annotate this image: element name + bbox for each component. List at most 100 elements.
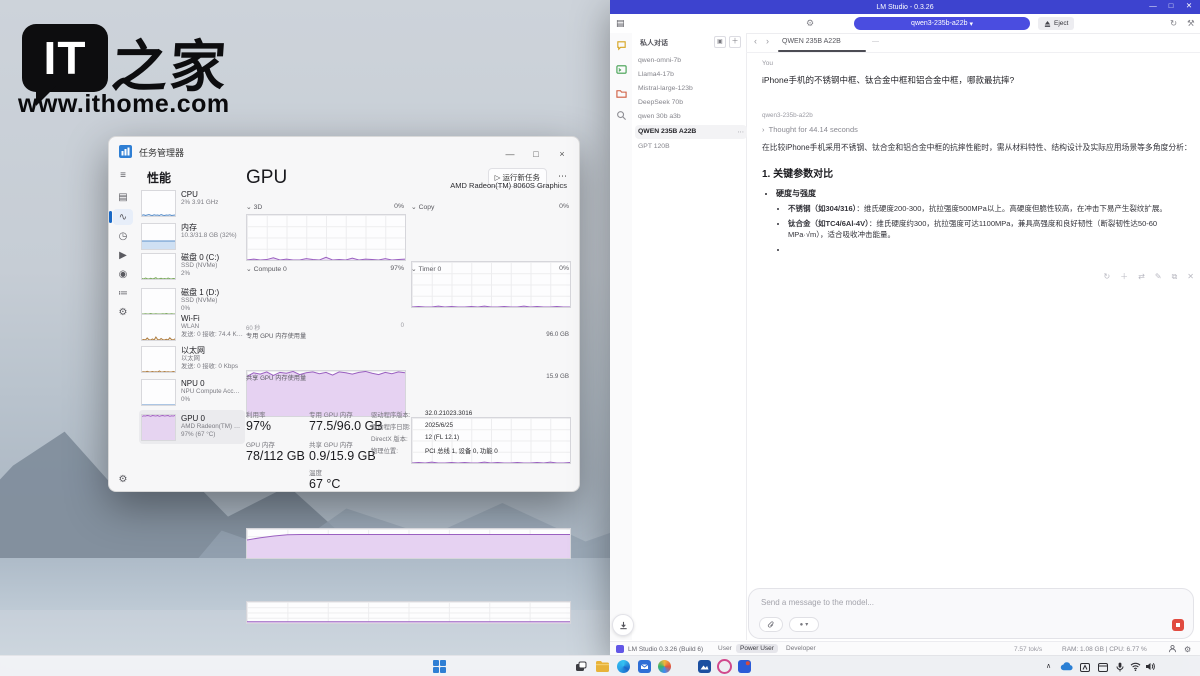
copy-icon[interactable]: ⧉	[1172, 272, 1178, 281]
nav-startup-icon[interactable]: ▶	[113, 247, 133, 263]
wifi-icon[interactable]	[1130, 662, 1141, 671]
ithome-url: www.ithome.com	[18, 90, 230, 119]
refresh-icon[interactable]: ↻	[1170, 18, 1177, 29]
eject-button[interactable]: Eject	[1038, 17, 1074, 30]
nav-app-history-icon[interactable]: ◷	[113, 228, 133, 244]
stop-icon	[1176, 623, 1180, 627]
ithome-logo-bubble: IT	[22, 24, 108, 92]
onedrive-cloud-icon[interactable]	[1060, 662, 1073, 671]
chat-list-item[interactable]: qwen 30b a3b	[638, 113, 740, 120]
mode-developer-button[interactable]: Developer	[782, 644, 820, 653]
search-icon[interactable]	[615, 109, 628, 122]
chat-list-item[interactable]: Llama4-17b	[638, 71, 740, 78]
tray-ime-icon[interactable]	[1080, 663, 1090, 672]
add-icon[interactable]: ＋	[1120, 272, 1128, 281]
models-folder-icon[interactable]	[615, 87, 628, 100]
bullet-subitem: 钛合金（如TC4/6Al-4V）：维氏硬度约300，抗拉强度可达1100MPa，…	[788, 218, 1194, 241]
task-view-button[interactable]	[573, 659, 588, 674]
lm-toolbar: ▤ ⚙ qwen3-235b-a22b ▾ Eject ↻ ⚒	[610, 14, 1200, 34]
memory-sparkline	[141, 223, 176, 250]
mode-power-user-button[interactable]: Power User	[736, 644, 778, 653]
perf-item-ethernet[interactable]: 以太网以太网发送: 0 接收: 0 Kbps	[141, 346, 243, 373]
start-button[interactable]	[432, 659, 447, 674]
tab-forward-icon[interactable]: ›	[766, 36, 769, 46]
lm-titlebar: LM Studio - 0.3.26 —□✕	[610, 0, 1200, 14]
new-chat-icon[interactable]: ＋	[729, 36, 741, 48]
perf-item-disk1[interactable]: 磁盘 1 (D:)SSD (NVMe)0%	[141, 288, 243, 315]
chevron-down-icon: ▾	[969, 20, 973, 28]
chat-list-item[interactable]: Mistral-large-123b	[638, 85, 740, 92]
settings-gear-icon[interactable]: ⚙	[806, 18, 814, 29]
maximize-icon[interactable]: □	[523, 149, 549, 159]
tray-expand-icon[interactable]: ∧	[1046, 662, 1051, 670]
regenerate-icon[interactable]: ↻	[1103, 272, 1110, 281]
settings-gear-icon[interactable]: ⚙	[1184, 645, 1191, 654]
close-icon[interactable]: ×	[549, 149, 575, 159]
message-input[interactable]: Send a message to the model...	[749, 589, 1193, 616]
perf-item-disk0[interactable]: 磁盘 0 (C:)SSD (NVMe)2%	[141, 253, 243, 280]
nav-details-icon[interactable]: ≔	[113, 285, 133, 301]
panel-toggle-icon[interactable]: ▤	[616, 18, 625, 29]
model-selector-pill[interactable]: qwen3-235b-a22b ▾	[854, 17, 1030, 30]
download-button[interactable]	[612, 614, 634, 636]
delete-icon[interactable]: ✕	[1187, 272, 1194, 281]
chat-list-item[interactable]: DeepSeek 70b	[638, 99, 740, 106]
chart-3d-header: ⌄ 3D0%	[246, 203, 404, 211]
microphone-icon[interactable]	[1116, 662, 1124, 672]
nav-users-icon[interactable]: ◉	[113, 266, 133, 282]
file-explorer-button[interactable]	[595, 659, 610, 674]
thought-toggle[interactable]: › Thought for 44.14 seconds	[762, 125, 1194, 134]
system-stats: RAM: 1.08 GB | CPU: 6.77 %	[1062, 646, 1147, 653]
model-name: qwen3-235b-a22b	[911, 20, 967, 27]
tools-icon[interactable]: ⚒	[1187, 18, 1195, 29]
mode-user-button[interactable]: User	[714, 644, 736, 653]
attach-button[interactable]	[759, 617, 783, 632]
active-tab-label[interactable]: QWEN 235B A22B	[782, 38, 841, 45]
user-account-icon[interactable]	[1168, 644, 1177, 653]
nav-processes-icon[interactable]: ▤	[113, 189, 133, 205]
pink-app-button[interactable]	[717, 659, 732, 674]
plugins-button[interactable]: ●▾	[789, 617, 819, 632]
branch-icon[interactable]: ⇄	[1138, 272, 1145, 281]
perf-item-cpu[interactable]: CPU2% 3.91 GHz	[141, 190, 243, 217]
chat-list-item[interactable]: GPT 120B	[638, 143, 740, 150]
lm-studio-window: LM Studio - 0.3.26 —□✕ ▤ ⚙ qwen3-235b-a2…	[610, 0, 1200, 655]
minimize-icon[interactable]: —	[497, 149, 523, 159]
new-folder-icon[interactable]: ▣	[714, 36, 726, 48]
chat-item-more-icon[interactable]: ⋯	[737, 128, 744, 136]
chat-list-item-selected[interactable]: QWEN 235B A22B⋯	[635, 125, 747, 139]
stop-generation-button[interactable]	[1172, 619, 1184, 631]
volume-icon[interactable]	[1145, 662, 1155, 671]
nav-performance-icon[interactable]: ∿	[113, 209, 133, 225]
close-icon[interactable]: ✕	[1180, 1, 1198, 10]
mail-app-button[interactable]	[637, 659, 652, 674]
bullet-list: 硬度与强度 不锈钢（如304/316）：维氏硬度200-300，抗拉强度500M…	[776, 188, 1194, 256]
edit-icon[interactable]: ✎	[1155, 272, 1162, 281]
photos-app-button[interactable]	[697, 659, 712, 674]
chart-timer-header: ⌄ Timer 00%	[411, 265, 569, 273]
tab-back-icon[interactable]: ‹	[754, 36, 757, 46]
perf-item-npu[interactable]: NPU 0NPU Compute Accel...0%	[141, 379, 243, 406]
perf-item-wifi[interactable]: Wi-FiWLAN发送: 0 接收: 74.4 Kbps	[141, 314, 243, 341]
settings-gear-icon[interactable]: ⚙	[113, 471, 133, 487]
perf-item-memory[interactable]: 内存10.3/31.8 GB (32%)	[141, 223, 243, 250]
maximize-icon[interactable]: □	[1162, 1, 1180, 10]
blue-app-button[interactable]	[737, 659, 752, 674]
copilot-button[interactable]	[657, 659, 672, 674]
bullet-item: 硬度与强度	[776, 188, 1194, 199]
edge-icon	[617, 660, 630, 673]
assistant-name: qwen3-235b-a22b	[762, 112, 1194, 119]
chevron-down-icon: ▾	[805, 621, 808, 628]
chart-compute-header: ⌄ Compute 097%	[246, 265, 404, 273]
developer-terminal-icon[interactable]	[615, 63, 628, 76]
minimize-icon[interactable]: —	[1144, 1, 1162, 10]
nav-services-icon[interactable]: ⚙	[113, 304, 133, 320]
chat-list-item[interactable]: qwen-omni-7b	[638, 57, 740, 64]
task-manager-app-icon	[119, 145, 132, 158]
menu-icon[interactable]: ≡	[113, 167, 133, 183]
edge-browser-button[interactable]	[616, 659, 631, 674]
chat-bubble-icon[interactable]	[615, 39, 628, 52]
task-manager-window-controls: —□×	[497, 144, 575, 162]
tray-window-icon[interactable]	[1098, 663, 1108, 672]
perf-item-gpu0[interactable]: GPU 0AMD Radeon(TM) 80...97% (67 °C)	[141, 414, 243, 441]
